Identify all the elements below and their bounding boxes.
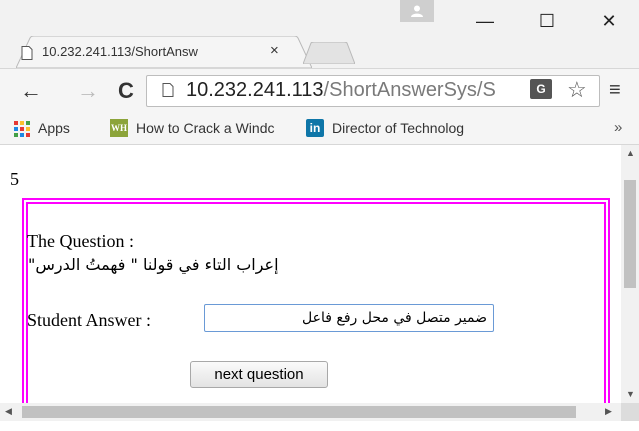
menu-icon[interactable]: ≡ bbox=[609, 79, 621, 102]
bookmarks-overflow-icon[interactable]: » bbox=[614, 119, 622, 136]
reload-icon[interactable]: C bbox=[118, 78, 134, 104]
url-host: 10.232.241.113 bbox=[186, 79, 324, 101]
wikihow-icon: WH bbox=[110, 119, 128, 137]
page-viewport: 5 The Question : إعراب التاء في قولنا " … bbox=[0, 145, 621, 403]
apps-grid-icon bbox=[14, 121, 30, 137]
minimize-button[interactable]: — bbox=[462, 6, 508, 36]
scroll-left-icon[interactable]: ◀ bbox=[5, 406, 12, 417]
scroll-down-icon[interactable]: ▼ bbox=[626, 389, 635, 399]
bookmark-linkedin[interactable]: Director of Technolog bbox=[332, 120, 532, 136]
bookmark-wikihow[interactable]: How to Crack a Windc bbox=[136, 120, 294, 136]
scroll-right-icon[interactable]: ▶ bbox=[605, 406, 612, 417]
next-question-button[interactable]: next question bbox=[190, 361, 328, 388]
new-tab-button[interactable] bbox=[303, 42, 355, 64]
horizontal-scroll-thumb[interactable] bbox=[22, 406, 576, 418]
close-window-button[interactable]: ✕ bbox=[586, 6, 632, 36]
url-path: /ShortAnswerSys/S bbox=[323, 79, 496, 101]
bookmark-apps[interactable]: Apps bbox=[38, 120, 70, 136]
scrollbar-corner bbox=[621, 403, 639, 421]
page-icon bbox=[21, 46, 33, 60]
vertical-scroll-thumb[interactable] bbox=[624, 180, 636, 288]
maximize-button[interactable]: ☐ bbox=[524, 6, 570, 36]
bookmark-star-icon[interactable]: ☆ bbox=[567, 77, 587, 103]
window-bottom bbox=[0, 421, 639, 431]
forward-arrow-icon[interactable]: → bbox=[77, 78, 99, 104]
tab-close-icon[interactable]: × bbox=[270, 42, 279, 59]
url-text[interactable]: 10.232.241.113/ShortAnswerSys/S bbox=[186, 79, 568, 102]
answer-label: Student Answer : bbox=[27, 310, 151, 330]
question-label: The Question : bbox=[27, 231, 134, 251]
page-number: 5 bbox=[10, 169, 19, 189]
linkedin-icon: in bbox=[306, 119, 324, 137]
tab-title: 10.232.241.113/ShortAnsw bbox=[42, 44, 198, 59]
page-info-icon[interactable] bbox=[162, 83, 174, 97]
profile-button[interactable] bbox=[400, 0, 434, 22]
scroll-up-icon[interactable]: ▲ bbox=[626, 148, 635, 158]
back-arrow-icon[interactable]: ← bbox=[20, 78, 42, 104]
answer-input[interactable] bbox=[204, 304, 494, 332]
translate-icon[interactable]: G bbox=[530, 79, 552, 99]
question-text: إعراب التاء في قولنا " فهمتُ الدرس" bbox=[28, 255, 279, 274]
person-icon bbox=[411, 5, 423, 17]
